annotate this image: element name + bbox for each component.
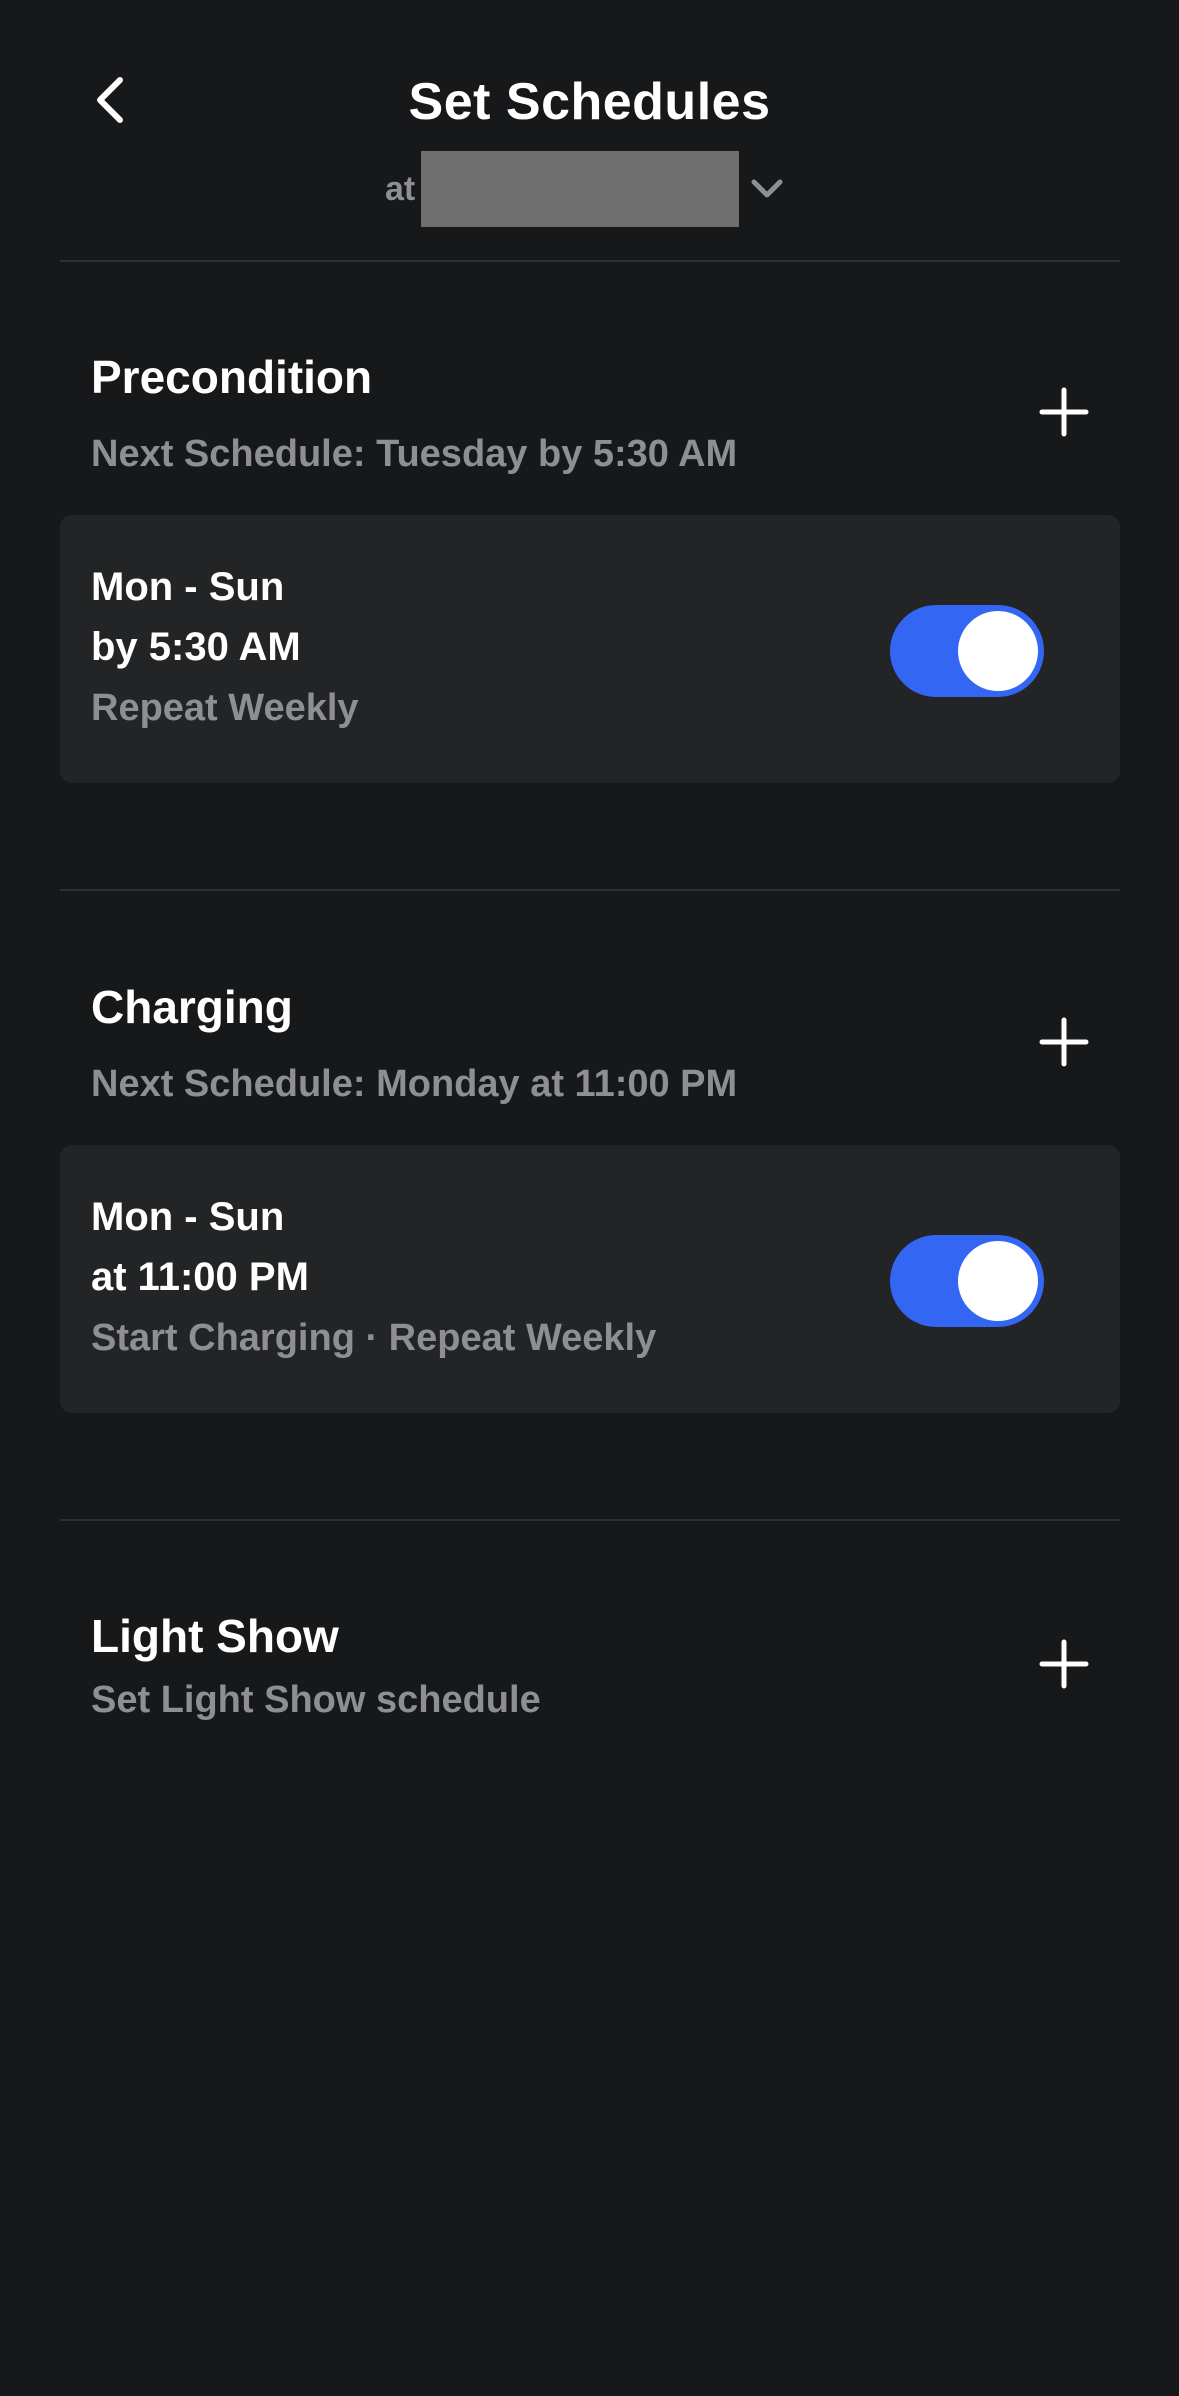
precondition-schedule-card[interactable]: Mon - Sun by 5:30 AM Repeat Weekly: [60, 515, 1120, 783]
location-selector[interactable]: at: [385, 150, 787, 228]
add-light-show-button[interactable]: [1032, 1632, 1096, 1696]
location-redacted: [421, 151, 740, 227]
schedule-detail: Start Charging · Repeat Weekly: [91, 1317, 657, 1359]
plus-icon: [1039, 1017, 1089, 1067]
schedule-days: Mon - Sun: [91, 1195, 285, 1239]
charging-schedule-card[interactable]: Mon - Sun at 11:00 PM Start Charging · R…: [60, 1145, 1120, 1413]
toggle-knob: [958, 611, 1038, 691]
set-schedules-screen: Set Schedules at Precondition Next Sched…: [0, 0, 1179, 2396]
precondition-schedule-toggle[interactable]: [890, 605, 1044, 697]
divider: [60, 260, 1120, 262]
divider: [60, 1519, 1120, 1521]
section-subtitle-charging: Next Schedule: Monday at 11:00 PM: [91, 1063, 738, 1105]
add-charging-button[interactable]: [1032, 1010, 1096, 1074]
toggle-knob: [958, 1241, 1038, 1321]
schedule-detail: Repeat Weekly: [91, 687, 359, 729]
schedule-time: by 5:30 AM: [91, 625, 301, 669]
section-title-precondition: Precondition: [91, 351, 373, 403]
schedule-time: at 11:00 PM: [91, 1255, 309, 1299]
schedule-days: Mon - Sun: [91, 565, 285, 609]
charging-schedule-toggle[interactable]: [890, 1235, 1044, 1327]
plus-icon: [1039, 1639, 1089, 1689]
section-subtitle-precondition: Next Schedule: Tuesday by 5:30 AM: [91, 433, 738, 475]
page-title: Set Schedules: [408, 73, 771, 131]
chevron-down-icon: [747, 169, 787, 209]
section-title-light-show: Light Show: [91, 1610, 339, 1662]
location-prefix: at: [385, 169, 416, 208]
plus-icon: [1039, 387, 1089, 437]
section-subtitle-light-show: Set Light Show schedule: [91, 1679, 541, 1721]
section-title-charging: Charging: [91, 981, 293, 1033]
divider: [60, 889, 1120, 891]
add-precondition-button[interactable]: [1032, 380, 1096, 444]
